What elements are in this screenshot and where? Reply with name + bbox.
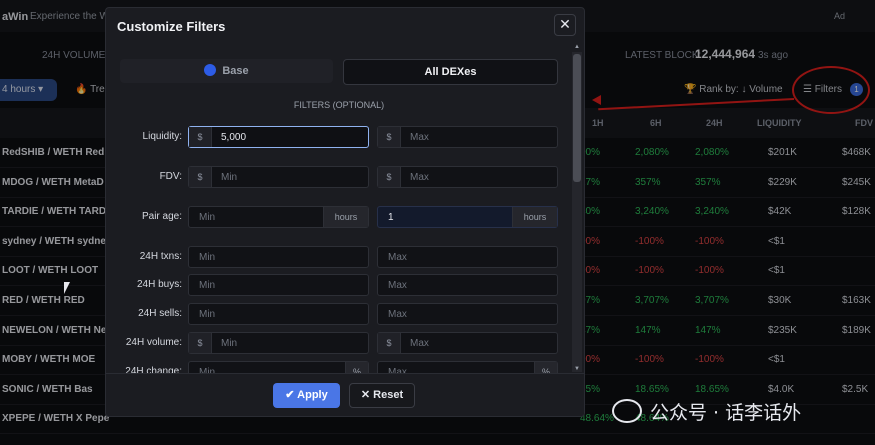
wechat-icon <box>612 399 642 423</box>
filter-label: 24H volume: <box>125 337 182 348</box>
filter-max-field[interactable] <box>377 274 558 296</box>
filter-min-input[interactable] <box>221 333 362 353</box>
checkmark-icon: ✔ <box>285 389 298 401</box>
filter-max-field[interactable]: hours <box>377 206 558 228</box>
filter-label: 24H sells: <box>138 308 182 319</box>
filter-max-field[interactable]: $ <box>377 166 558 188</box>
filter-min-field[interactable]: $ <box>188 332 369 354</box>
filter-max-input[interactable] <box>388 275 551 295</box>
scroll-up-icon[interactable]: ▲ <box>574 44 580 50</box>
dollar-prefix: $ <box>189 167 212 187</box>
watermark: 公众号 · 话李话外 <box>612 398 801 425</box>
filter-max-field[interactable]: $ <box>377 126 558 148</box>
watermark-text: 公众号 · 话李话外 <box>650 402 802 424</box>
dollar-prefix: $ <box>378 333 401 353</box>
filter-max-input[interactable] <box>410 167 551 187</box>
filter-min-input[interactable] <box>221 127 362 147</box>
filter-min-field[interactable] <box>188 246 369 268</box>
reset-label: Reset <box>373 389 404 401</box>
filter-min-input[interactable] <box>199 207 320 227</box>
filter-max-input[interactable] <box>410 333 551 353</box>
filter-label: Pair age: <box>141 211 182 222</box>
mouse-cursor-icon <box>64 282 70 294</box>
dollar-prefix: $ <box>189 127 212 147</box>
filter-min-input[interactable] <box>199 304 362 324</box>
modal-footer: ✔ Apply ✕ Reset <box>106 373 584 416</box>
base-chain-icon <box>204 64 217 76</box>
filter-max-field[interactable] <box>377 303 558 325</box>
filter-max-input[interactable] <box>410 127 551 147</box>
hours-suffix: hours <box>323 207 368 227</box>
filter-min-field[interactable] <box>188 274 369 296</box>
all-dexes-tab[interactable]: All DEXes <box>343 59 558 85</box>
filters-section-label: FILTERS (OPTIONAL) <box>293 100 385 110</box>
filter-max-input[interactable] <box>388 247 551 267</box>
chain-base-tab[interactable]: Base <box>120 59 333 83</box>
filter-max-field[interactable] <box>377 246 558 268</box>
filter-min-field[interactable]: $ <box>188 166 369 188</box>
scroll-down-icon[interactable]: ▼ <box>574 366 580 372</box>
filter-label: 24H txns: <box>139 251 182 262</box>
reset-button[interactable]: ✕ Reset <box>349 383 415 408</box>
close-button[interactable]: ✕ <box>554 14 576 36</box>
filter-min-field[interactable]: hours <box>188 206 369 228</box>
filter-label: Liquidity: <box>142 131 182 142</box>
x-icon: ✕ <box>360 389 374 401</box>
filter-max-input[interactable] <box>388 207 509 227</box>
filter-label: FDV: <box>159 171 182 182</box>
modal-scrollbar[interactable] <box>572 52 582 372</box>
filter-min-field[interactable]: $ <box>188 126 369 148</box>
filter-min-input[interactable] <box>199 275 362 295</box>
filter-min-input[interactable] <box>221 167 362 187</box>
modal-title: Customize Filters <box>117 19 226 34</box>
all-dexes-label: All DEXes <box>424 66 477 78</box>
dollar-prefix: $ <box>378 167 401 187</box>
filter-max-field[interactable]: $ <box>377 332 558 354</box>
chain-base-label: Base <box>222 65 249 77</box>
apply-label: Apply <box>297 389 328 401</box>
filter-min-field[interactable] <box>188 303 369 325</box>
filter-min-input[interactable] <box>199 247 362 267</box>
filter-max-input[interactable] <box>388 304 551 324</box>
hours-suffix: hours <box>512 207 557 227</box>
customize-filters-modal: Customize Filters ✕ Base All DEXes FILTE… <box>105 7 585 417</box>
scrollbar-thumb[interactable] <box>573 54 581 182</box>
dollar-prefix: $ <box>189 333 212 353</box>
dollar-prefix: $ <box>378 127 401 147</box>
filter-label: 24H buys: <box>136 279 182 290</box>
apply-button[interactable]: ✔ Apply <box>273 383 340 408</box>
